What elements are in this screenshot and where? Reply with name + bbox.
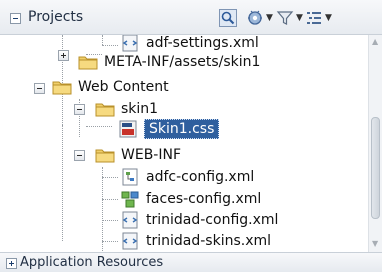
faces-config-icon [120, 190, 140, 208]
tree-connector [102, 45, 118, 46]
tree-item-label: skin1 [121, 101, 159, 117]
chevron-down-icon: ▼ [266, 13, 273, 23]
application-resources-header[interactable]: Application Resources [0, 252, 382, 272]
collapse-toggle[interactable] [34, 83, 45, 94]
folder-icon [52, 78, 72, 96]
scroll-down-icon[interactable]: ▼ [372, 239, 378, 248]
tree-connector [62, 125, 63, 139]
collapse-toggle[interactable] [74, 104, 85, 115]
project-settings-dropdown[interactable]: ▼ [246, 9, 273, 27]
folder-icon [95, 100, 115, 118]
filter-icon [276, 11, 294, 25]
folder-icon [95, 146, 115, 164]
xml-file-icon [120, 211, 140, 229]
folder-icon [78, 53, 98, 71]
tree-connector [102, 241, 118, 242]
chevron-down-icon: ▼ [325, 13, 332, 23]
vertical-scrollbar[interactable]: ▲ ▼ [368, 35, 382, 252]
tree-item-label: META-INF/assets/skin1 [104, 54, 261, 70]
expand-toggle[interactable] [58, 50, 69, 61]
expand-panel-button[interactable] [6, 258, 17, 269]
tree-item-label: trinidad-config.xml [146, 212, 279, 228]
tree-connector [102, 35, 103, 45]
chevron-down-icon: ▼ [296, 13, 303, 23]
scroll-up-icon[interactable]: ▲ [372, 37, 378, 46]
options-dropdown[interactable]: ▼ [305, 9, 332, 27]
options-icon [307, 12, 321, 24]
tree-item-label: adf-settings.xml [146, 35, 259, 51]
scroll-thumb[interactable] [371, 117, 380, 219]
tree-item-adfc-config[interactable]: adfc-config.xml [120, 165, 254, 189]
project-settings-icon [248, 10, 262, 25]
panel-title: Application Resources [20, 255, 164, 270]
panel-title: Projects [28, 9, 84, 25]
tree-connector [86, 126, 112, 127]
tree-connector [102, 167, 103, 252]
tree-item-web-inf[interactable]: WEB-INF [95, 143, 181, 167]
tree-item-label: adfc-config.xml [146, 169, 255, 185]
tree-connector [102, 220, 118, 221]
search-button[interactable] [219, 9, 237, 27]
tree-item-label: Skin1.css [144, 119, 220, 139]
css-file-icon [118, 120, 138, 138]
tree-item-skin1-css[interactable]: Skin1.css [118, 117, 220, 141]
tree-item-label: trinidad-skins.xml [146, 233, 272, 249]
projects-panel-header: Projects ▼ ▼ ▼ [0, 0, 382, 35]
tree-item-label: WEB-INF [121, 147, 181, 163]
tree-item-web-content[interactable]: Web Content [52, 75, 169, 99]
xml-file-icon [120, 232, 140, 250]
collapse-panel-button[interactable] [10, 13, 21, 24]
tree-item-label: faces-config.xml [146, 191, 262, 207]
tree-item-label: Web Content [78, 79, 169, 95]
tree-connector [102, 199, 118, 200]
adfc-config-icon [120, 168, 140, 186]
tree-connector [102, 177, 118, 178]
tree-item-meta-inf-assets-skin1[interactable]: META-INF/assets/skin1 [78, 50, 260, 74]
collapse-toggle[interactable] [74, 150, 85, 161]
project-tree[interactable]: adf-settings.xml META-INF/assets/skin1 W… [0, 35, 368, 252]
filter-dropdown[interactable]: ▼ [276, 9, 303, 27]
tree-item-trinidad-skins[interactable]: trinidad-skins.xml [120, 229, 271, 252]
search-icon [219, 9, 237, 27]
